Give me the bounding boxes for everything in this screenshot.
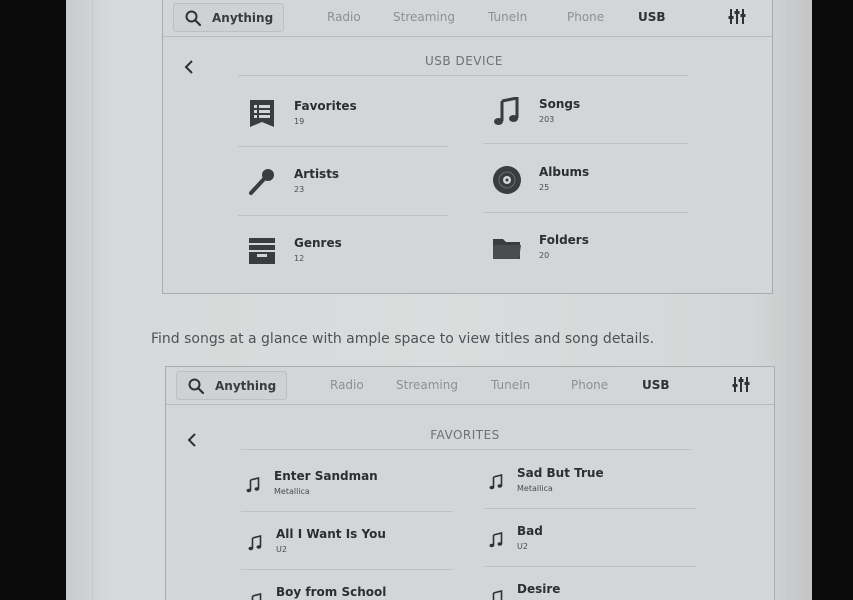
category-count: 12	[294, 254, 305, 263]
category-genres[interactable]: Genres 12	[247, 236, 427, 276]
song-artist: Metallica	[274, 487, 310, 496]
manual-caption: Find songs at a glance with ample space …	[151, 331, 655, 347]
song-title: Sad But True	[517, 466, 604, 480]
music-note-icon	[494, 97, 519, 125]
music-note-icon	[248, 535, 262, 551]
search-icon	[185, 10, 202, 26]
song-item[interactable]: Boy from School	[248, 585, 448, 600]
section-title: FAVORITES	[430, 428, 500, 442]
song-item[interactable]: Sad But True Metallica	[489, 466, 689, 502]
song-item[interactable]: Bad U2	[489, 524, 689, 560]
category-count: 23	[294, 185, 305, 194]
divider	[238, 146, 448, 147]
tab-tunein[interactable]: TuneIn	[488, 10, 527, 24]
category-artists[interactable]: Artists 23	[247, 167, 427, 207]
divider	[241, 569, 453, 570]
song-artist: U2	[517, 542, 528, 551]
tab-phone[interactable]: Phone	[571, 378, 608, 392]
microphone-icon	[249, 169, 274, 195]
category-favorites[interactable]: Favorites 19	[247, 99, 427, 139]
divider	[484, 508, 696, 509]
usb-device-screen: Anything Radio Streaming TuneIn Phone US…	[162, 0, 773, 294]
tab-streaming[interactable]: Streaming	[393, 10, 455, 24]
song-title: All I Want Is You	[276, 527, 386, 541]
tab-tunein[interactable]: TuneIn	[491, 378, 530, 392]
disc-icon	[493, 166, 521, 194]
source-bar: Anything Radio Streaming TuneIn Phone US…	[166, 367, 774, 405]
category-count: 19	[294, 117, 305, 126]
song-item[interactable]: All I Want Is You U2	[248, 527, 448, 563]
favorites-screen: Anything Radio Streaming TuneIn Phone US…	[165, 366, 775, 600]
divider	[483, 143, 688, 144]
tab-phone[interactable]: Phone	[567, 10, 604, 24]
tab-streaming[interactable]: Streaming	[396, 378, 458, 392]
song-title: Desire	[517, 582, 561, 596]
category-count: 203	[539, 115, 555, 124]
song-title: Boy from School	[276, 585, 387, 599]
category-label: Songs	[539, 97, 581, 111]
song-artist: Metallica	[517, 484, 553, 493]
song-item[interactable]: Enter Sandman Metallica	[246, 469, 446, 505]
back-chevron-icon[interactable]	[183, 59, 195, 75]
equalizer-settings-icon[interactable]	[732, 375, 750, 393]
divider	[238, 215, 448, 216]
search-button[interactable]: Anything	[176, 371, 287, 400]
category-label: Genres	[294, 236, 342, 250]
favorites-list-icon	[250, 100, 274, 127]
music-note-icon	[251, 593, 262, 600]
category-label: Folders	[539, 233, 589, 247]
search-label: Anything	[215, 378, 277, 393]
back-chevron-icon[interactable]	[186, 432, 198, 448]
category-label: Favorites	[294, 99, 357, 113]
category-count: 25	[539, 183, 550, 192]
category-label: Artists	[294, 167, 340, 181]
category-count: 20	[539, 251, 550, 260]
equalizer-settings-icon[interactable]	[728, 7, 746, 25]
divider	[483, 212, 688, 213]
divider	[241, 449, 691, 450]
category-folders[interactable]: Folders 20	[492, 233, 672, 273]
music-note-icon	[492, 590, 503, 600]
archive-box-icon	[249, 238, 275, 264]
tab-usb[interactable]: USB	[638, 10, 666, 24]
music-note-icon	[489, 474, 503, 490]
tab-radio[interactable]: Radio	[327, 10, 361, 24]
music-note-icon	[489, 532, 503, 548]
search-icon	[188, 378, 205, 394]
tab-radio[interactable]: Radio	[330, 378, 364, 392]
category-songs[interactable]: Songs 203	[492, 97, 672, 137]
folder-icon	[493, 239, 521, 259]
search-label: Anything	[212, 10, 274, 25]
divider	[241, 511, 453, 512]
divider	[484, 566, 696, 567]
source-bar: Anything Radio Streaming TuneIn Phone US…	[163, 0, 772, 37]
song-item[interactable]: Desire	[489, 582, 689, 600]
song-title: Bad	[517, 524, 543, 538]
tab-usb[interactable]: USB	[642, 378, 670, 392]
category-albums[interactable]: Albums 25	[492, 165, 672, 205]
search-button[interactable]: Anything	[173, 3, 284, 32]
section-title: USB DEVICE	[425, 54, 503, 68]
divider	[238, 75, 688, 76]
category-label: Albums	[539, 165, 590, 179]
song-title: Enter Sandman	[274, 469, 378, 483]
song-artist: U2	[276, 545, 287, 554]
music-note-icon	[246, 477, 260, 493]
page-column: Anything Radio Streaming TuneIn Phone US…	[92, 0, 789, 600]
manual-page: Anything Radio Streaming TuneIn Phone US…	[66, 0, 812, 600]
